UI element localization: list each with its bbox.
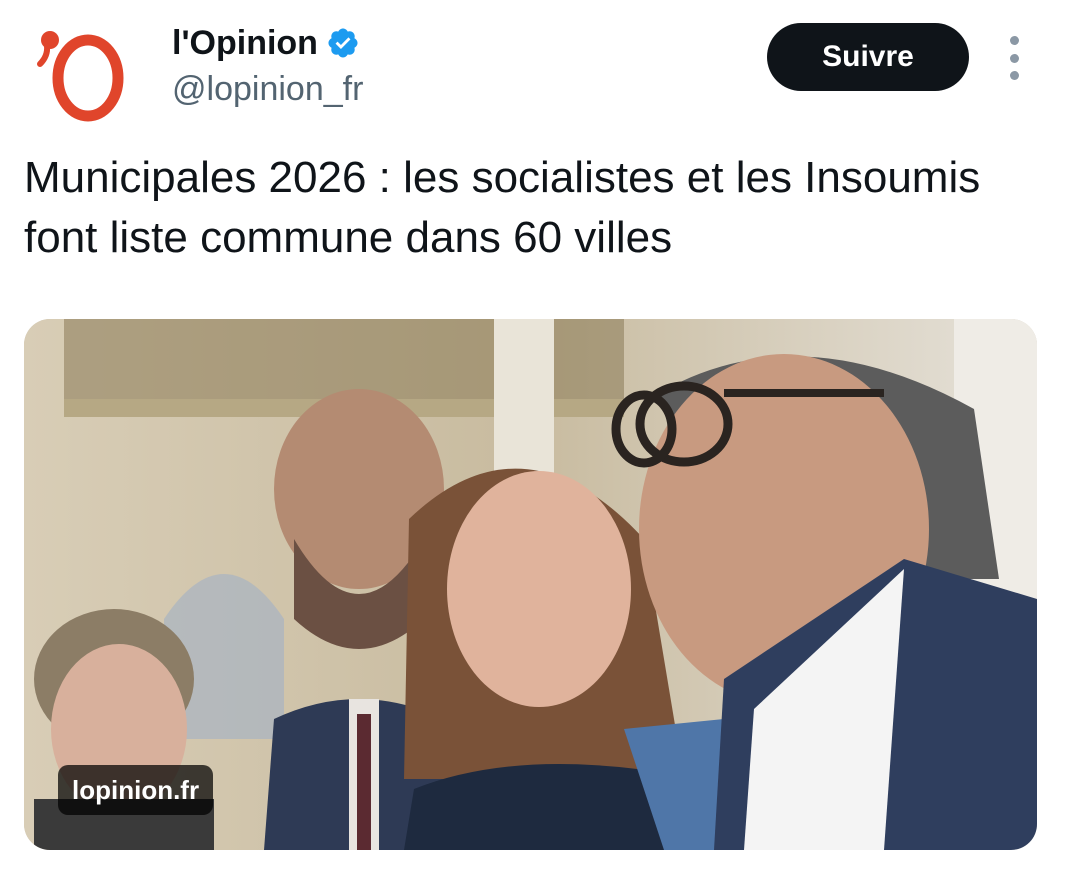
account-name-row[interactable]: l'Opinion [172, 22, 360, 64]
account-handle[interactable]: @lopinion_fr [172, 68, 363, 110]
more-dot [1009, 71, 1019, 80]
more-dot [1009, 36, 1019, 45]
media-link-domain[interactable]: lopinion.fr [58, 765, 214, 815]
display-name[interactable]: l'Opinion [172, 22, 318, 64]
tweet-text: Municipales 2026 : les socialistes et le… [24, 153, 981, 262]
follow-button[interactable]: Suivre [767, 23, 969, 91]
more-options-icon[interactable] [998, 36, 1030, 80]
verified-badge-icon [328, 28, 358, 58]
lopinion-logo [37, 31, 124, 122]
account-avatar[interactable] [28, 20, 132, 124]
more-dot [1009, 53, 1019, 63]
